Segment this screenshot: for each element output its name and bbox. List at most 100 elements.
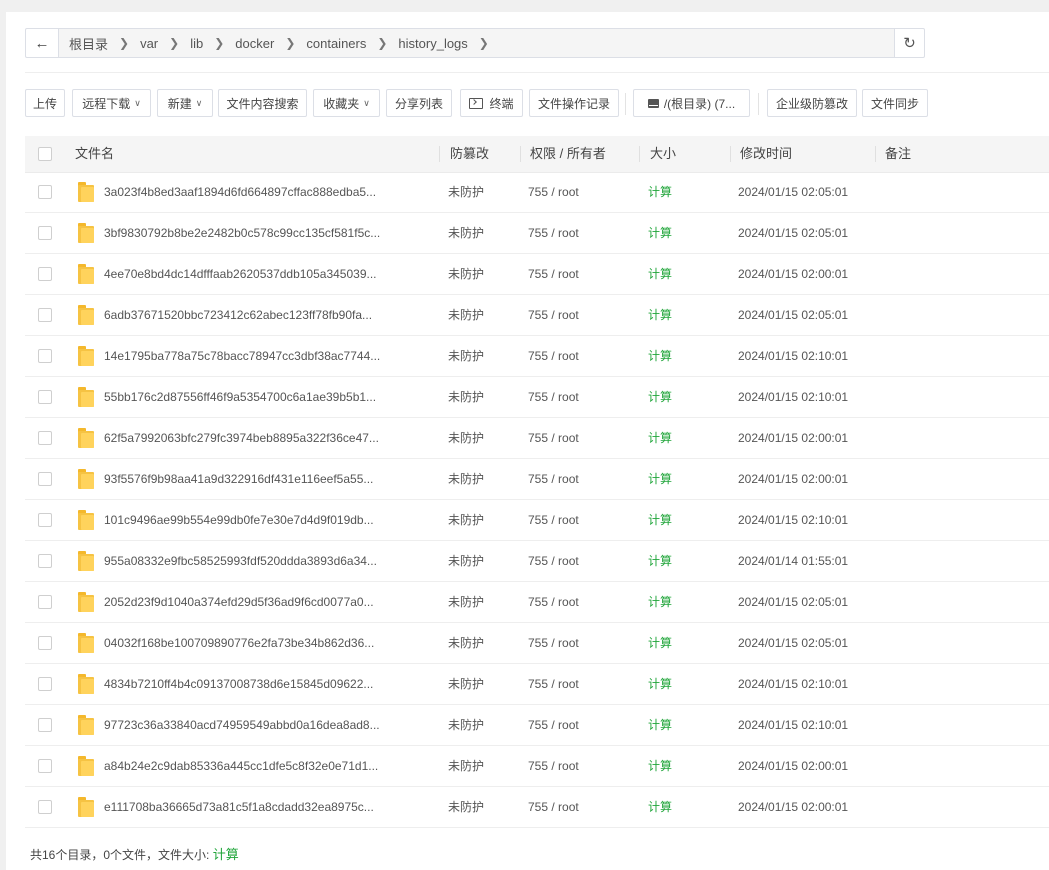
disk-button[interactable]: /(根目录) (7...	[633, 89, 750, 117]
table-row[interactable]: 955a08332e9fbc58525993fdf520ddda3893d6a3…	[25, 541, 1049, 582]
size-calc-link[interactable]: 计算	[648, 172, 672, 212]
header-mtime[interactable]: 修改时间	[740, 136, 792, 172]
row-checkbox[interactable]	[38, 267, 52, 281]
table-row[interactable]: 55bb176c2d87556ff46f9a5354700c6a1ae39b5b…	[25, 377, 1049, 418]
row-checkbox[interactable]	[38, 677, 52, 691]
size-calc-link[interactable]: 计算	[648, 664, 672, 704]
breadcrumb-var[interactable]: var	[139, 36, 159, 51]
remote-download-button[interactable]: 远程下载 ∨	[72, 89, 151, 117]
file-name[interactable]: 101c9496ae99b554e99db0fe7e30e7d4d9f019db…	[104, 500, 374, 540]
permission-owner[interactable]: 755 / root	[528, 213, 579, 253]
table-row[interactable]: 14e1795ba778a75c78bacc78947cc3dbf38ac774…	[25, 336, 1049, 377]
upload-button[interactable]: 上传	[25, 89, 65, 117]
permission-owner[interactable]: 755 / root	[528, 295, 579, 335]
file-name[interactable]: 2052d23f9d1040a374efd29d5f36ad9f6cd0077a…	[104, 582, 374, 622]
table-row[interactable]: 4834b7210ff4b4c09137008738d6e15845d09622…	[25, 664, 1049, 705]
size-calc-link[interactable]: 计算	[648, 787, 672, 827]
row-checkbox[interactable]	[38, 513, 52, 527]
header-name[interactable]: 文件名	[75, 136, 114, 172]
row-checkbox[interactable]	[38, 431, 52, 445]
row-checkbox[interactable]	[38, 349, 52, 363]
file-name[interactable]: 3bf9830792b8be2e2482b0c578c99cc135cf581f…	[104, 213, 380, 253]
table-row[interactable]: e111708ba36665d73a81c5f1a8cdadd32ea8975c…	[25, 787, 1049, 828]
permission-owner[interactable]: 755 / root	[528, 172, 579, 212]
table-row[interactable]: 3a023f4b8ed3aaf1894d6fd664897cffac888edb…	[25, 172, 1049, 213]
row-checkbox[interactable]	[38, 308, 52, 322]
size-calc-link[interactable]: 计算	[648, 705, 672, 745]
refresh-icon[interactable]: ↻	[894, 29, 924, 57]
file-name[interactable]: 955a08332e9fbc58525993fdf520ddda3893d6a3…	[104, 541, 377, 581]
permission-owner[interactable]: 755 / root	[528, 664, 579, 704]
breadcrumb-docker[interactable]: docker	[234, 36, 275, 51]
select-all-checkbox[interactable]	[38, 147, 52, 161]
size-calc-link[interactable]: 计算	[648, 418, 672, 458]
favorites-button[interactable]: 收藏夹 ∨	[313, 89, 380, 117]
op-log-button[interactable]: 文件操作记录	[529, 89, 619, 117]
size-calc-link[interactable]: 计算	[648, 213, 672, 253]
new-button[interactable]: 新建 ∨	[157, 89, 213, 117]
size-calc-link[interactable]: 计算	[648, 541, 672, 581]
permission-owner[interactable]: 755 / root	[528, 541, 579, 581]
share-list-button[interactable]: 分享列表	[386, 89, 452, 117]
permission-owner[interactable]: 755 / root	[528, 623, 579, 663]
table-row[interactable]: a84b24e2c9dab85336a445cc1dfe5c8f32e0e71d…	[25, 746, 1049, 787]
table-row[interactable]: 3bf9830792b8be2e2482b0c578c99cc135cf581f…	[25, 213, 1049, 254]
row-checkbox[interactable]	[38, 226, 52, 240]
size-calc-link[interactable]: 计算	[648, 254, 672, 294]
anti-tamper-button[interactable]: 企业级防篡改	[767, 89, 857, 117]
row-checkbox[interactable]	[38, 718, 52, 732]
size-calc-link[interactable]: 计算	[648, 582, 672, 622]
file-name[interactable]: 55bb176c2d87556ff46f9a5354700c6a1ae39b5b…	[104, 377, 376, 417]
size-calc-link[interactable]: 计算	[648, 500, 672, 540]
permission-owner[interactable]: 755 / root	[528, 254, 579, 294]
breadcrumb-history-logs[interactable]: history_logs	[397, 36, 468, 51]
row-checkbox[interactable]	[38, 595, 52, 609]
size-calc-link[interactable]: 计算	[648, 459, 672, 499]
breadcrumb-containers[interactable]: containers	[305, 36, 367, 51]
table-row[interactable]: 62f5a7992063bfc279fc3974beb8895a322f36ce…	[25, 418, 1049, 459]
table-row[interactable]: 101c9496ae99b554e99db0fe7e30e7d4d9f019db…	[25, 500, 1049, 541]
table-row[interactable]: 93f5576f9b98aa41a9d322916df431e116eef5a5…	[25, 459, 1049, 500]
row-checkbox[interactable]	[38, 185, 52, 199]
permission-owner[interactable]: 755 / root	[528, 582, 579, 622]
breadcrumb-lib[interactable]: lib	[189, 36, 204, 51]
size-calc-link[interactable]: 计算	[648, 336, 672, 376]
file-sync-button[interactable]: 文件同步	[862, 89, 928, 117]
content-search-button[interactable]: 文件内容搜索	[218, 89, 307, 117]
breadcrumb-path[interactable]: 根目录 ❯ var ❯ lib ❯ docker ❯ containers ❯ …	[59, 29, 894, 57]
row-checkbox[interactable]	[38, 472, 52, 486]
row-checkbox[interactable]	[38, 759, 52, 773]
file-name[interactable]: 93f5576f9b98aa41a9d322916df431e116eef5a5…	[104, 459, 373, 499]
size-calc-link[interactable]: 计算	[648, 377, 672, 417]
footer-calc-link[interactable]: 计算	[213, 847, 239, 862]
size-calc-link[interactable]: 计算	[648, 623, 672, 663]
file-name[interactable]: 04032f168be100709890776e2fa73be34b862d36…	[104, 623, 374, 663]
permission-owner[interactable]: 755 / root	[528, 377, 579, 417]
file-name[interactable]: 4834b7210ff4b4c09137008738d6e15845d09622…	[104, 664, 373, 704]
size-calc-link[interactable]: 计算	[648, 746, 672, 786]
file-name[interactable]: 4ee70e8bd4dc14dfffaab2620537ddb105a34503…	[104, 254, 377, 294]
permission-owner[interactable]: 755 / root	[528, 336, 579, 376]
row-checkbox[interactable]	[38, 636, 52, 650]
breadcrumb-root[interactable]: 根目录	[68, 34, 109, 53]
row-checkbox[interactable]	[38, 390, 52, 404]
file-name[interactable]: 14e1795ba778a75c78bacc78947cc3dbf38ac774…	[104, 336, 380, 376]
size-calc-link[interactable]: 计算	[648, 295, 672, 335]
header-size[interactable]: 大小	[650, 136, 676, 172]
permission-owner[interactable]: 755 / root	[528, 746, 579, 786]
file-name[interactable]: 3a023f4b8ed3aaf1894d6fd664897cffac888edb…	[104, 172, 376, 212]
file-name[interactable]: e111708ba36665d73a81c5f1a8cdadd32ea8975c…	[104, 787, 374, 827]
permission-owner[interactable]: 755 / root	[528, 787, 579, 827]
permission-owner[interactable]: 755 / root	[528, 418, 579, 458]
table-row[interactable]: 04032f168be100709890776e2fa73be34b862d36…	[25, 623, 1049, 664]
permission-owner[interactable]: 755 / root	[528, 500, 579, 540]
file-name[interactable]: 6adb37671520bbc723412c62abec123ff78fb90f…	[104, 295, 372, 335]
file-name[interactable]: a84b24e2c9dab85336a445cc1dfe5c8f32e0e71d…	[104, 746, 378, 786]
terminal-button[interactable]: 终端	[460, 89, 523, 117]
file-name[interactable]: 62f5a7992063bfc279fc3974beb8895a322f36ce…	[104, 418, 379, 458]
table-row[interactable]: 4ee70e8bd4dc14dfffaab2620537ddb105a34503…	[25, 254, 1049, 295]
file-name[interactable]: 97723c36a33840acd74959549abbd0a16dea8ad8…	[104, 705, 380, 745]
table-row[interactable]: 2052d23f9d1040a374efd29d5f36ad9f6cd0077a…	[25, 582, 1049, 623]
back-arrow-icon[interactable]: ←	[26, 29, 59, 57]
permission-owner[interactable]: 755 / root	[528, 705, 579, 745]
